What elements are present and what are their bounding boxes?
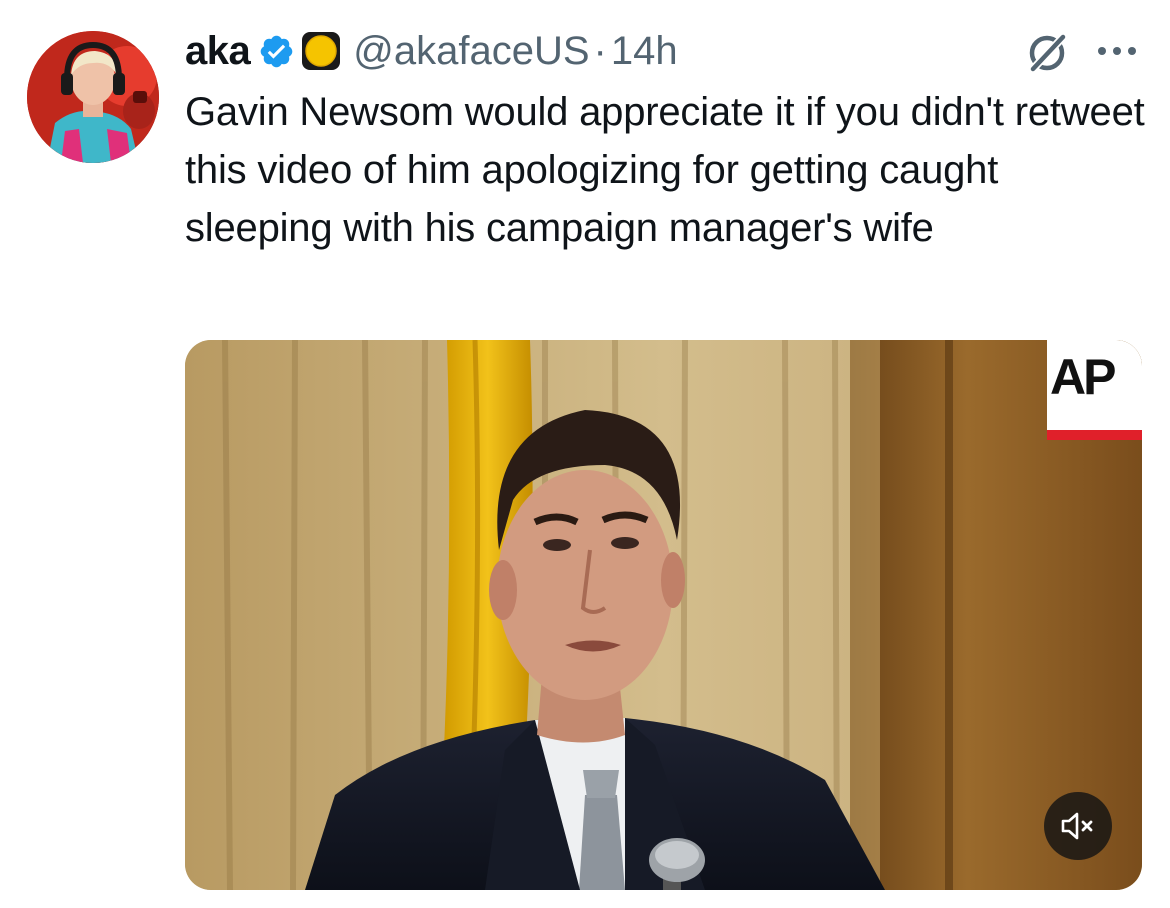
speaker-muted-icon (1061, 812, 1093, 840)
tweet-text: Gavin Newsom would appreciate it if you … (185, 90, 1145, 250)
yellow-circle-emoji-icon (301, 31, 341, 71)
grok-icon[interactable] (1024, 30, 1070, 76)
avatar[interactable] (27, 31, 159, 163)
avatar-image (27, 31, 159, 163)
video-player[interactable]: AP (185, 340, 1142, 890)
verified-badge-icon[interactable] (258, 33, 295, 70)
video-frame (185, 340, 1142, 890)
tweet-header: aka @akafaceUS · 14h (185, 26, 1140, 76)
mute-toggle-button[interactable] (1044, 792, 1112, 860)
separator-dot: · (593, 28, 607, 73)
display-name[interactable]: aka (185, 29, 251, 74)
ap-watermark-logo: AP (1047, 340, 1142, 440)
tweet: aka @akafaceUS · 14h Gavin Newsom would … (0, 0, 1170, 908)
ap-watermark-text: AP (1050, 349, 1116, 405)
timestamp[interactable]: 14h (611, 29, 678, 74)
more-options-icon[interactable] (1094, 36, 1140, 66)
user-handle[interactable]: @akafaceUS (353, 29, 589, 74)
ap-watermark-bar (1047, 430, 1142, 440)
